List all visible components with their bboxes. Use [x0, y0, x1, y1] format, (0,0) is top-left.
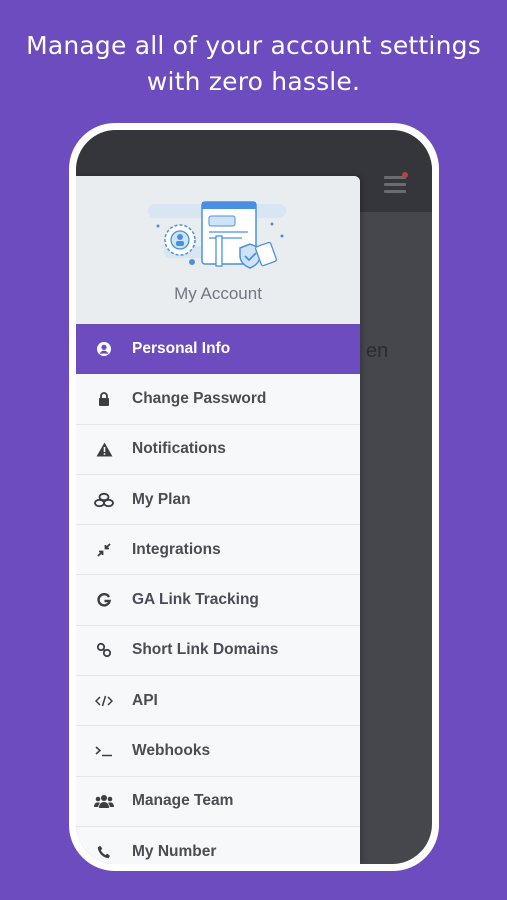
headline: Manage all of your account settings with…	[0, 28, 507, 100]
menu-item-label: Personal Info	[132, 339, 231, 357]
menu-item-label: API	[132, 691, 158, 709]
menu-item-label: My Plan	[132, 490, 191, 508]
headline-line-2: with zero hassle.	[146, 67, 361, 96]
warning-triangle-icon	[76, 442, 132, 457]
account-illustration-icon	[148, 201, 286, 269]
menu-item-change-password[interactable]: Change Password	[76, 374, 360, 425]
google-g-icon	[76, 593, 132, 607]
phone-screen: en My Account Personal Info Change Passw…	[76, 130, 432, 864]
phone-frame: en My Account Personal Info Change Passw…	[69, 123, 439, 871]
menu-item-webhooks[interactable]: Webhooks	[76, 726, 360, 777]
headline-line-1: Manage all of your account settings	[26, 31, 481, 60]
menu-item-integrations[interactable]: Integrations	[76, 525, 360, 576]
compress-arrows-icon	[76, 543, 132, 557]
menu-item-my-number[interactable]: My Number	[76, 826, 360, 864]
menu-item-label: Short Link Domains	[132, 641, 279, 659]
menu-item-label: Manage Team	[132, 792, 234, 810]
menu-item-notifications[interactable]: Notifications	[76, 424, 360, 475]
link-icon	[76, 642, 132, 658]
lock-icon	[76, 392, 132, 406]
menu-item-label: Integrations	[132, 540, 221, 558]
hamburger-menu-icon[interactable]	[384, 176, 406, 193]
menu-item-manage-team[interactable]: Manage Team	[76, 776, 360, 827]
menu-item-short-link-domains[interactable]: Short Link Domains	[76, 625, 360, 677]
menu-item-ga-link-tracking[interactable]: GA Link Tracking	[76, 575, 360, 626]
user-circle-icon	[76, 341, 132, 357]
menu-item-api[interactable]: API	[76, 676, 360, 727]
menu-item-label: GA Link Tracking	[132, 591, 259, 609]
account-drawer: My Account Personal Info Change Password…	[76, 176, 360, 864]
background-partial-text: en	[366, 340, 389, 362]
coins-icon	[76, 492, 132, 508]
menu-item-personal-info[interactable]: Personal Info	[76, 324, 360, 375]
menu-item-label: Webhooks	[132, 742, 211, 760]
menu-item-label: My Number	[132, 842, 217, 860]
code-icon	[76, 695, 132, 707]
menu-item-label: Notifications	[132, 440, 226, 458]
menu-item-label: Change Password	[132, 389, 267, 407]
drawer-title: My Account	[174, 284, 262, 303]
menu-item-my-plan[interactable]: My Plan	[76, 474, 360, 526]
notification-dot	[402, 172, 408, 178]
drawer-header: My Account	[76, 176, 360, 324]
users-icon	[76, 794, 132, 809]
terminal-icon	[76, 745, 132, 757]
phone-icon	[76, 845, 132, 859]
